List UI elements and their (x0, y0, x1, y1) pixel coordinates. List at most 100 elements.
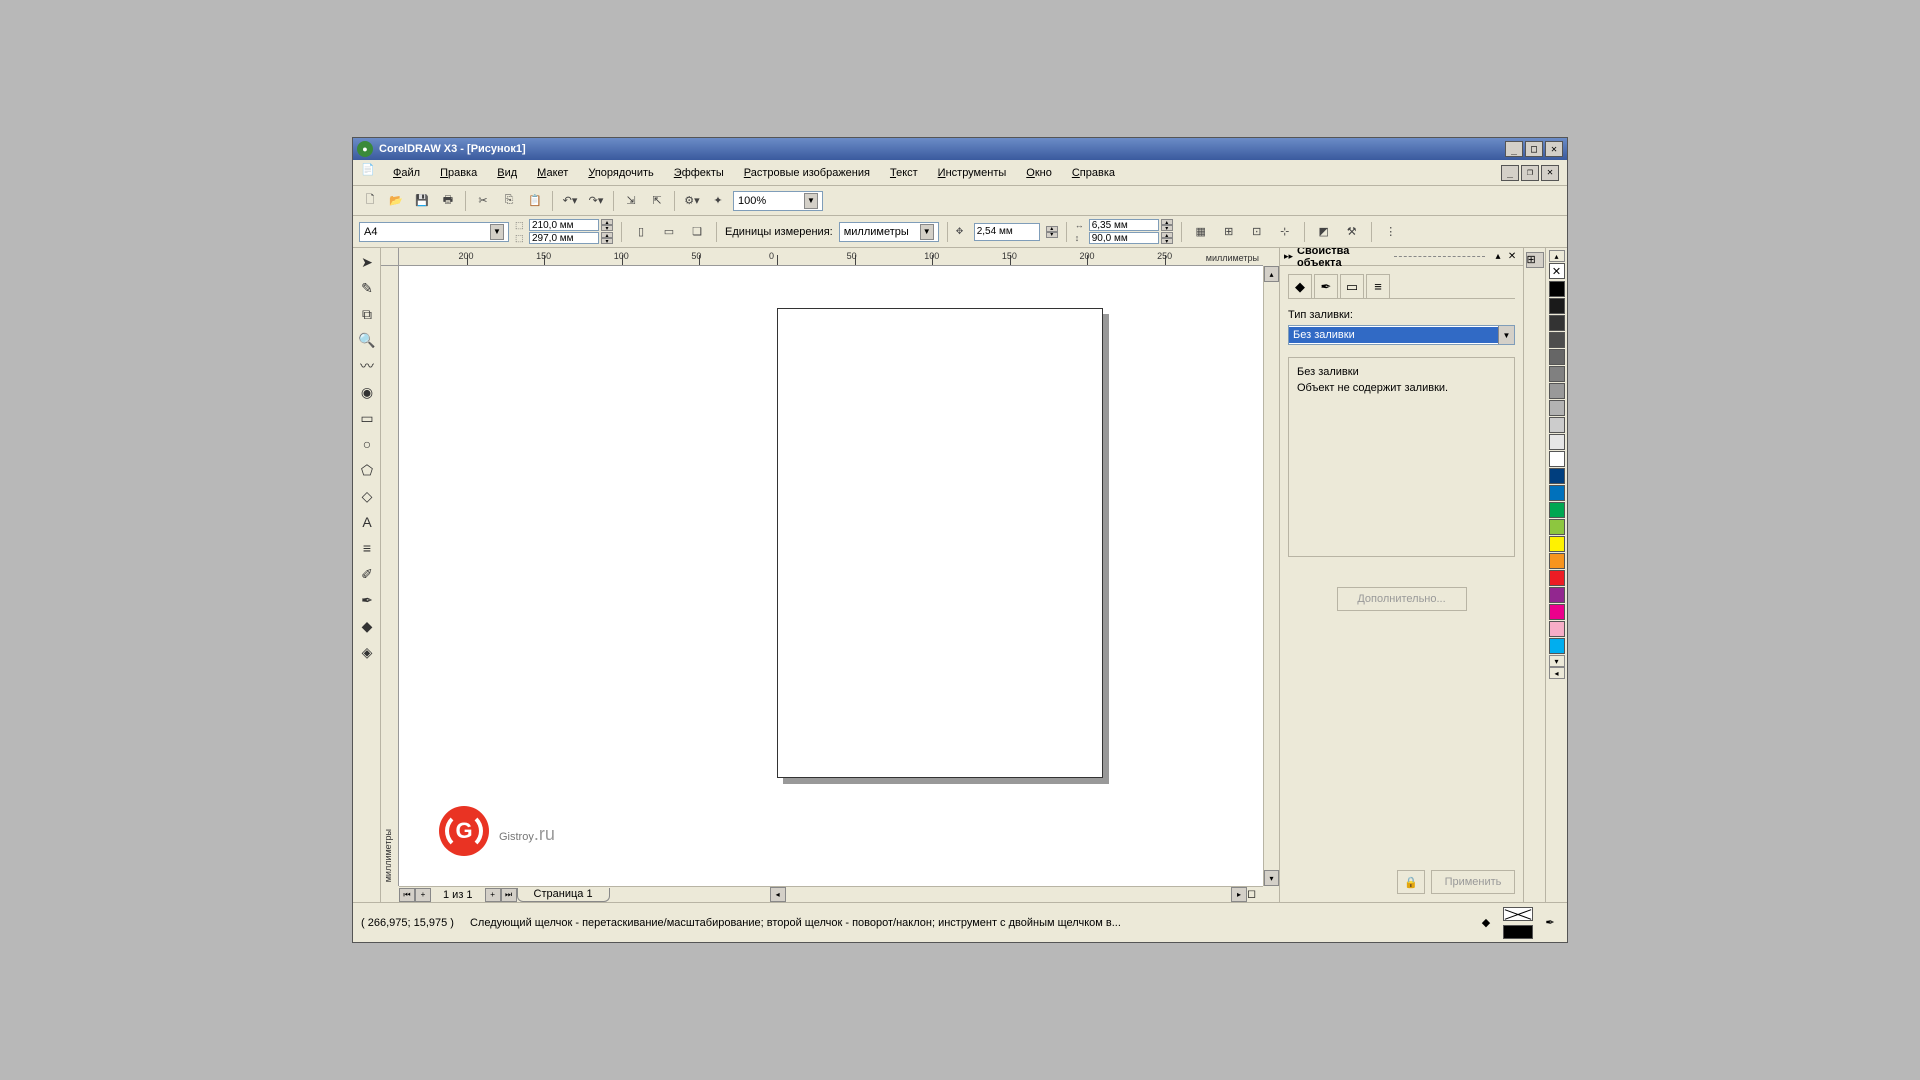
basic-shapes-tool-icon[interactable]: ◇ (355, 484, 379, 508)
page-height-input[interactable]: 297,0 мм (529, 232, 599, 244)
close-button[interactable]: ✕ (1545, 141, 1563, 157)
dup-x-input[interactable]: 6,35 мм (1089, 219, 1159, 231)
horizontal-scrollbar[interactable]: ◂ ▸ (770, 887, 1247, 902)
cut-icon[interactable]: ✂ (472, 190, 494, 212)
menu-view[interactable]: Вид (489, 163, 525, 183)
menu-effects[interactable]: Эффекты (666, 163, 732, 183)
menu-bitmaps[interactable]: Растровые изображения (736, 163, 878, 183)
scroll-left-icon[interactable]: ◂ (770, 887, 786, 902)
color-swatch[interactable] (1549, 400, 1565, 416)
snap-obj-icon[interactable]: ⊡ (1246, 221, 1268, 243)
apply-button[interactable]: Применить (1431, 870, 1515, 894)
color-swatch[interactable] (1549, 638, 1565, 654)
paper-size-combo[interactable]: A4 ▼ (359, 222, 509, 242)
new-icon[interactable]: 🗋 (359, 190, 381, 212)
menu-edit[interactable]: Правка (432, 163, 485, 183)
menu-tools[interactable]: Инструменты (930, 163, 1015, 183)
menu-file[interactable]: Файл (385, 163, 428, 183)
smartfill-tool-icon[interactable]: ◉ (355, 380, 379, 404)
add-page-after-button[interactable]: + (485, 888, 501, 902)
mdi-close-button[interactable]: ✕ (1541, 165, 1559, 181)
docker-handle-icon[interactable]: ⊞ (1526, 252, 1544, 268)
welcome-icon[interactable]: ✦ (707, 190, 729, 212)
canvas-viewport[interactable]: G Gistroy.ru (399, 266, 1263, 886)
ruler-corner[interactable] (381, 248, 399, 266)
color-swatch[interactable] (1549, 604, 1565, 620)
copy-icon[interactable]: ⎘ (498, 190, 520, 212)
options-icon[interactable]: ⚒ (1341, 221, 1363, 243)
color-swatch[interactable] (1549, 570, 1565, 586)
zoom-combo[interactable]: 100% ▼ (733, 191, 823, 211)
menu-help[interactable]: Справка (1064, 163, 1123, 183)
general-tab-icon[interactable]: ▭ (1340, 274, 1364, 298)
snap-guide-icon[interactable]: ⊞ (1218, 221, 1240, 243)
fill-indicator-icon[interactable]: ◆ (1477, 914, 1495, 932)
menu-layout[interactable]: Макет (529, 163, 576, 183)
palette-flyout-button[interactable]: ◂ (1549, 667, 1565, 679)
color-swatch[interactable] (1549, 349, 1565, 365)
treat-as-filled-icon[interactable]: ◩ (1313, 221, 1335, 243)
color-swatch[interactable] (1549, 451, 1565, 467)
snap-grid-icon[interactable]: ▦ (1190, 221, 1212, 243)
advanced-button[interactable]: Дополнительно... (1337, 587, 1467, 611)
fill-tab-icon[interactable]: ◆ (1288, 274, 1312, 298)
crop-tool-icon[interactable]: ⧉ (355, 302, 379, 326)
undo-icon[interactable]: ↶▾ (559, 190, 581, 212)
doc-menu-icon[interactable]: 📄 (361, 163, 381, 183)
rectangle-tool-icon[interactable]: ▭ (355, 406, 379, 430)
ruler-vertical[interactable]: миллиметры (381, 266, 399, 886)
redo-icon[interactable]: ↷▾ (585, 190, 607, 212)
import-icon[interactable]: ⇲ (620, 190, 642, 212)
color-swatch[interactable] (1549, 468, 1565, 484)
color-swatch[interactable] (1549, 383, 1565, 399)
color-swatch[interactable] (1549, 315, 1565, 331)
last-page-button[interactable]: ⏭ (501, 888, 517, 902)
app-launcher-icon[interactable]: ⚙▾ (681, 190, 703, 212)
shape-tool-icon[interactable]: ✎ (355, 276, 379, 300)
mdi-restore-button[interactable]: ❐ (1521, 165, 1539, 181)
maximize-button[interactable]: □ (1525, 141, 1543, 157)
dynamic-guides-icon[interactable]: ⊹ (1274, 221, 1296, 243)
detail-tab-icon[interactable]: ≡ (1366, 274, 1390, 298)
landscape-icon[interactable]: ▭ (658, 221, 680, 243)
export-icon[interactable]: ⇱ (646, 190, 668, 212)
polygon-tool-icon[interactable]: ⬠ (355, 458, 379, 482)
color-swatch[interactable] (1549, 519, 1565, 535)
save-icon[interactable]: 💾 (411, 190, 433, 212)
vertical-scrollbar[interactable]: ▴ ▾ (1263, 266, 1279, 886)
page-icon[interactable]: ❏ (686, 221, 708, 243)
lock-button[interactable]: 🔒 (1397, 870, 1425, 894)
palette-up-button[interactable]: ▴ (1549, 250, 1565, 262)
ruler-horizontal[interactable]: миллиметры 20015010050050100150200250 (399, 248, 1263, 266)
palette-down-button[interactable]: ▾ (1549, 655, 1565, 667)
docker-close-button[interactable]: ✕ (1505, 250, 1519, 264)
docker-header[interactable]: ▸▸ Свойства объекта ▴ ✕ (1280, 248, 1523, 266)
nudge-input[interactable]: 2,54 мм (974, 223, 1040, 241)
print-icon[interactable]: 🖶 (437, 190, 459, 212)
add-page-before-button[interactable]: + (415, 888, 431, 902)
dup-y-input[interactable]: 90,0 мм (1089, 232, 1159, 244)
eyedropper-tool-icon[interactable]: ✐ (355, 562, 379, 586)
zoom-tool-icon[interactable]: 🔍 (355, 328, 379, 352)
units-combo[interactable]: миллиметры ▼ (839, 222, 939, 242)
first-page-button[interactable]: ⏮ (399, 888, 415, 902)
color-swatch[interactable] (1549, 502, 1565, 518)
ellipse-tool-icon[interactable]: ○ (355, 432, 379, 456)
page-width-input[interactable]: 210,0 мм (529, 219, 599, 231)
scroll-up-icon[interactable]: ▴ (1264, 266, 1279, 282)
spin-down-icon[interactable]: ▾ (601, 238, 613, 244)
page-tab[interactable]: Страница 1 (517, 888, 610, 902)
freehand-tool-icon[interactable]: 〰 (355, 354, 379, 378)
menu-window[interactable]: Окно (1018, 163, 1060, 183)
color-swatch[interactable] (1549, 553, 1565, 569)
outline-indicator-icon[interactable]: ✒ (1541, 914, 1559, 932)
color-swatch[interactable] (1549, 281, 1565, 297)
menu-text[interactable]: Текст (882, 163, 926, 183)
menu-arrange[interactable]: Упорядочить (580, 163, 661, 183)
color-swatch[interactable] (1549, 621, 1565, 637)
color-swatch[interactable] (1549, 332, 1565, 348)
scroll-right-icon[interactable]: ▸ (1231, 887, 1247, 902)
scroll-down-icon[interactable]: ▾ (1264, 870, 1279, 886)
status-fill-swatch[interactable] (1503, 907, 1533, 921)
color-swatch[interactable] (1549, 434, 1565, 450)
